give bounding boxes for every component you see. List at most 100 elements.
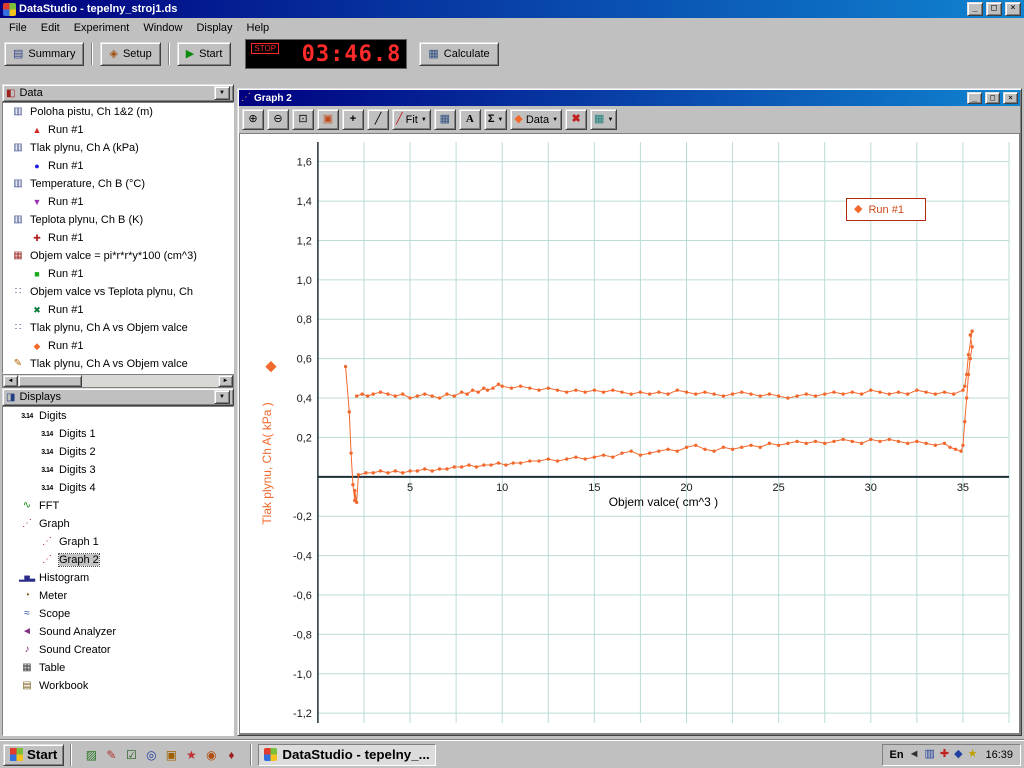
setup-button[interactable]: ◈ Setup xyxy=(100,42,160,66)
app-titlebar[interactable]: DataStudio - tepelny_stroj1.ds _ □ × xyxy=(0,0,1024,18)
y-axis-marker-icon xyxy=(265,361,276,372)
graph-minimize-button[interactable]: _ xyxy=(967,92,982,104)
scale-to-fit-button[interactable]: ▣ xyxy=(317,109,339,130)
maximize-button[interactable]: □ xyxy=(986,2,1002,16)
quick-launch-icon[interactable]: ☑ xyxy=(122,746,140,764)
display-item-workbook[interactable]: ▤ Workbook xyxy=(3,677,233,695)
data-run-item[interactable]: ▼ Run #1 xyxy=(3,193,233,211)
display-item-scope[interactable]: ≈ Scope xyxy=(3,605,233,623)
quick-launch-icon[interactable]: ✎ xyxy=(102,746,120,764)
zoom-select-button[interactable]: ⊡ xyxy=(292,109,314,130)
data-item-label: Tlak plynu, Ch A vs Objem valce xyxy=(30,322,188,334)
display-item-graph-1[interactable]: ⋰ Graph 1 xyxy=(3,533,233,551)
tray-app-icon[interactable]: ★ xyxy=(968,749,978,760)
display-item-table[interactable]: ▦ Table xyxy=(3,659,233,677)
graph-canvas[interactable]: 51015202530351,61,41,21,00,80,60,40,2-0,… xyxy=(240,134,1019,733)
start-menu-button[interactable]: Start xyxy=(3,744,64,766)
statistics-dropdown-button[interactable]: Σ ▼ xyxy=(484,109,508,130)
datastudio-icon xyxy=(264,748,277,761)
close-button[interactable]: × xyxy=(1005,2,1021,16)
data-item[interactable]: ▦ Objem valce = pi*r*r*y*100 (cm^3) xyxy=(3,247,233,265)
delete-button[interactable]: ✖ xyxy=(565,109,587,130)
display-item-digits-3[interactable]: 3.14 Digits 3 xyxy=(3,461,233,479)
chevron-down-icon: ▼ xyxy=(607,117,613,123)
data-item[interactable]: ▥ Tlak plynu, Ch A (kPa) xyxy=(3,139,233,157)
menu-help[interactable]: Help xyxy=(240,20,277,36)
display-item-graph-2[interactable]: ⋰ Graph 2 xyxy=(3,551,233,569)
scroll-left-button[interactable]: ◄ xyxy=(3,375,18,387)
graph-settings-dropdown-button[interactable]: ▦ ▼ xyxy=(590,109,617,130)
zoom-in-button[interactable]: ⊕ xyxy=(242,109,264,130)
data-tree-hscrollbar[interactable]: ◄ ► xyxy=(2,374,234,388)
zoom-out-button[interactable]: ⊖ xyxy=(267,109,289,130)
display-item-digits-1[interactable]: 3.14 Digits 1 xyxy=(3,425,233,443)
menu-edit[interactable]: Edit xyxy=(34,20,67,36)
smart-tool-button[interactable]: + xyxy=(342,109,364,130)
data-run-item[interactable]: ✖ Run #1 xyxy=(3,301,233,319)
tray-app-icon[interactable]: ◆ xyxy=(954,749,962,760)
displays-panel-menu-button[interactable]: ▼ xyxy=(214,390,230,404)
display-item-graph[interactable]: ⋰ Graph xyxy=(3,515,233,533)
quick-launch-icon[interactable]: ★ xyxy=(182,746,200,764)
speaker-icon[interactable]: ◄ xyxy=(909,749,920,760)
quick-launch-icon[interactable]: ◉ xyxy=(202,746,220,764)
data-item[interactable]: ∷ Tlak plynu, Ch A vs Objem valce xyxy=(3,319,233,337)
slope-tool-button[interactable]: ╱ xyxy=(367,109,389,130)
scrollbar-thumb[interactable] xyxy=(18,375,82,387)
toolbar-separator xyxy=(91,43,93,65)
data-run-item[interactable]: ▲ Run #1 xyxy=(3,121,233,139)
data-item[interactable]: ▥ Teplota plynu, Ch B (K) xyxy=(3,211,233,229)
calculator-button[interactable]: ▦ xyxy=(434,109,456,130)
data-item[interactable]: ▥ Poloha pistu, Ch 1&2 (m) xyxy=(3,103,233,121)
data-item[interactable]: ∷ Objem valce vs Teplota plynu, Ch xyxy=(3,283,233,301)
text-tool-button[interactable]: A xyxy=(459,109,481,130)
quick-launch-icon[interactable]: ▨ xyxy=(82,746,100,764)
zoom-select-icon: ⊡ xyxy=(298,114,307,125)
graph-window-titlebar[interactable]: ⋰ Graph 2 _ □ × xyxy=(239,90,1020,106)
display-item-histogram[interactable]: ▂▆▃ Histogram xyxy=(3,569,233,587)
graph-maximize-button[interactable]: □ xyxy=(985,92,1000,104)
data-dropdown-button[interactable]: ◆ Data ▼ xyxy=(510,109,562,130)
start-button[interactable]: ▶ Start xyxy=(177,42,232,66)
display-item-digits[interactable]: 3.14 Digits xyxy=(3,407,233,425)
quick-launch-icon[interactable]: ♦ xyxy=(222,746,240,764)
menu-display[interactable]: Display xyxy=(189,20,239,36)
graph-close-button[interactable]: × xyxy=(1003,92,1018,104)
display-settings-icon[interactable]: ▥ xyxy=(925,749,935,760)
display-item-fft[interactable]: ∿ FFT xyxy=(3,497,233,515)
data-run-item[interactable]: ✚ Run #1 xyxy=(3,229,233,247)
clock[interactable]: 16:39 xyxy=(985,749,1013,761)
display-item-digits-2[interactable]: 3.14 Digits 2 xyxy=(3,443,233,461)
displays-panel-header[interactable]: ◨ Displays ▼ xyxy=(2,388,234,406)
data-panel-header[interactable]: ◧ Data ▼ xyxy=(2,84,234,102)
data-item[interactable]: ✎ Tlak plynu, Ch A vs Objem valce xyxy=(3,355,233,373)
graph-window-title: Graph 2 xyxy=(254,93,964,104)
task-button-datastudio[interactable]: DataStudio - tepelny_... xyxy=(258,744,436,766)
timer-mode-label: STOP xyxy=(251,43,279,54)
run-marker-icon: ✚ xyxy=(30,234,44,243)
fit-dropdown-button[interactable]: ╱ Fit ▼ xyxy=(392,109,431,130)
data-run-item[interactable]: ■ Run #1 xyxy=(3,265,233,283)
menu-file[interactable]: File xyxy=(2,20,34,36)
data-menu-label: Data xyxy=(526,114,549,126)
display-item-digits-4[interactable]: 3.14 Digits 4 xyxy=(3,479,233,497)
data-run-item[interactable]: ● Run #1 xyxy=(3,157,233,175)
display-item-sound-analyzer[interactable]: ◄ Sound Analyzer xyxy=(3,623,233,641)
scroll-right-button[interactable]: ► xyxy=(218,375,233,387)
legend[interactable]: ◆ Run #1 xyxy=(846,198,926,221)
data-panel-menu-button[interactable]: ▼ xyxy=(214,86,230,100)
run-label: Run #1 xyxy=(48,160,83,172)
summary-button[interactable]: ▤ Summary xyxy=(4,42,84,66)
quick-launch-icon[interactable]: ◎ xyxy=(142,746,160,764)
display-item-sound-creator[interactable]: ♪ Sound Creator xyxy=(3,641,233,659)
quick-launch-icon[interactable]: ▣ xyxy=(162,746,180,764)
data-item[interactable]: ▥ Temperature, Ch B (°C) xyxy=(3,175,233,193)
display-item-meter[interactable]: ◔ Meter xyxy=(3,587,233,605)
menu-window[interactable]: Window xyxy=(136,20,189,36)
calculate-button[interactable]: ▦ Calculate xyxy=(419,42,498,66)
data-run-item[interactable]: ◆ Run #1 xyxy=(3,337,233,355)
antivirus-icon[interactable]: ✚ xyxy=(940,749,949,760)
minimize-button[interactable]: _ xyxy=(967,2,983,16)
menu-experiment[interactable]: Experiment xyxy=(67,20,137,36)
language-indicator[interactable]: En xyxy=(890,749,904,761)
